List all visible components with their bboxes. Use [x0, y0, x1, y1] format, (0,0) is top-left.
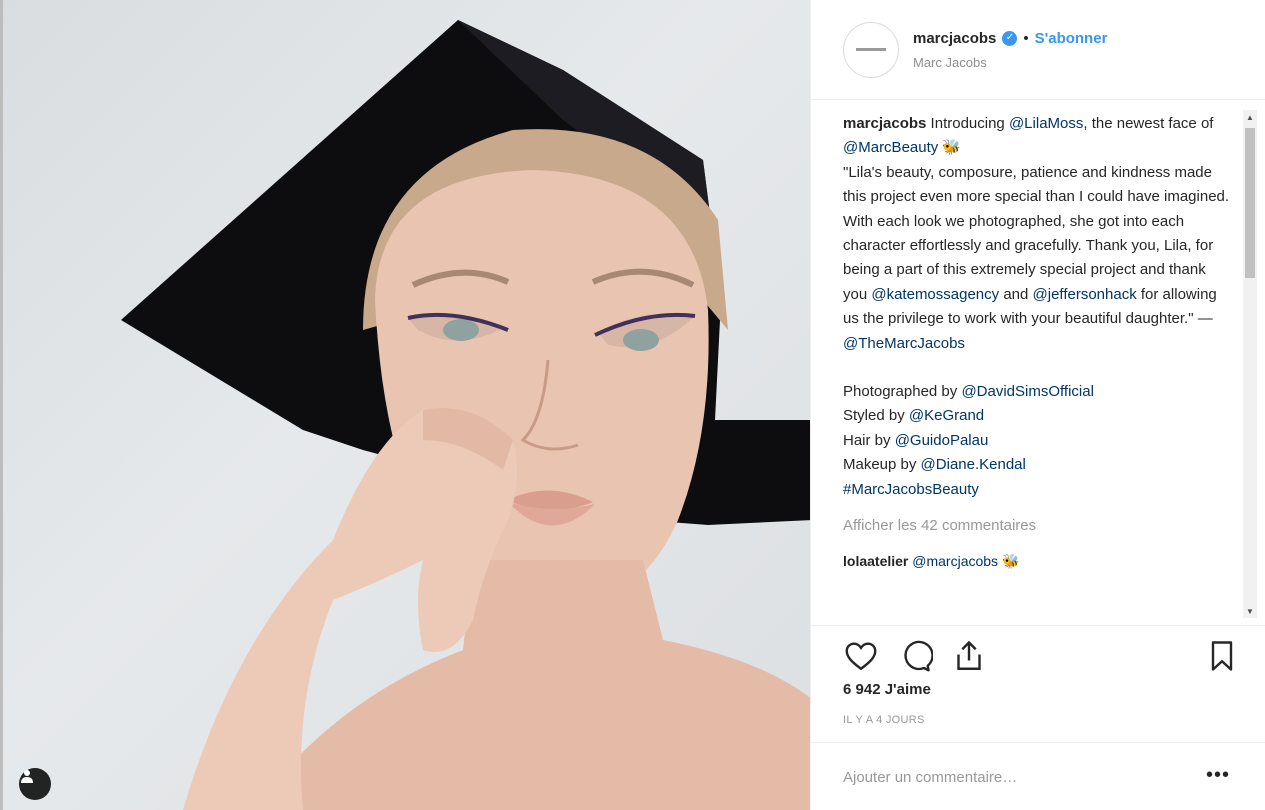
caption: marcjacobs Introducing @LilaMoss, the ne…	[843, 112, 1233, 356]
add-comment-section: •••	[811, 742, 1265, 810]
action-bar	[811, 625, 1265, 685]
scrollbar-thumb[interactable]	[1245, 128, 1255, 278]
follow-button[interactable]: S'abonner	[1035, 30, 1108, 47]
mention-link[interactable]: @TheMarcJacobs	[843, 335, 965, 352]
comment-input[interactable]	[843, 765, 1173, 789]
caption-quote: "Lila's beauty, composure, patience and …	[843, 163, 1230, 303]
account-full-name: Marc Jacobs	[913, 54, 987, 70]
credits-list: Photographed by @DavidSimsOfficial Style…	[843, 380, 1233, 502]
hashtag-link[interactable]: #MarcJacobsBeauty	[843, 478, 1233, 502]
comment-item: lolaatelier @marcjacobs 🐝	[843, 549, 1233, 573]
mention-link[interactable]: @jeffersonhack	[1033, 286, 1137, 303]
comment-glyph	[904, 640, 933, 671]
mention-link[interactable]: @GuidoPalau	[895, 432, 989, 449]
scroll-up-arrow-icon[interactable]: ▲	[1243, 110, 1257, 124]
scroll-down-arrow-icon[interactable]: ▼	[1243, 604, 1257, 618]
credit-line: Makeup by @Diane.Kendal	[843, 453, 1233, 477]
mention-link[interactable]: @marcjacobs	[912, 553, 998, 569]
header-row: marcjacobs ✓ • S'abonner	[913, 30, 1107, 47]
avatar[interactable]	[843, 21, 899, 78]
post-header: marcjacobs ✓ • S'abonner Marc Jacobs	[811, 0, 1265, 100]
mention-link[interactable]: @KeGrand	[909, 407, 984, 424]
share-glyph	[957, 640, 981, 670]
credit-line: Hair by @GuidoPalau	[843, 429, 1233, 453]
likes-count[interactable]: 6 942 J'aime	[843, 681, 931, 698]
caption-text: , the newest face of	[1083, 115, 1214, 132]
caption-username[interactable]: marcjacobs	[843, 115, 926, 132]
credit-line: Styled by @KeGrand	[843, 404, 1233, 428]
comments-scrollbar[interactable]: ▲ ▼	[1243, 110, 1257, 618]
credit-line: Photographed by @DavidSimsOfficial	[843, 380, 1233, 404]
credit-label: Styled by	[843, 407, 909, 425]
post-photo[interactable]	[0, 0, 810, 810]
mention-link[interactable]: @LilaMoss	[1009, 115, 1083, 132]
portrait-illustration	[121, 20, 810, 810]
mention-link[interactable]: @katemossagency	[871, 286, 999, 303]
brand-logo	[856, 48, 886, 51]
view-all-comments-link[interactable]: Afficher les 42 commentaires	[843, 514, 1233, 538]
bookmark-glyph	[1211, 640, 1233, 671]
credit-label: Photographed by	[843, 383, 962, 401]
share-icon[interactable]	[949, 636, 989, 676]
mention-link[interactable]: @Diane.Kendal	[921, 456, 1026, 473]
caption-text: and	[999, 285, 1033, 303]
verified-badge-icon: ✓	[1002, 30, 1018, 46]
bee-emoji: 🐝	[998, 552, 1020, 569]
post-timestamp: IL Y A 4 JOURS	[843, 714, 925, 726]
user-tag-icon[interactable]	[19, 768, 51, 800]
mention-link[interactable]: @DavidSimsOfficial	[961, 383, 1093, 400]
credit-label: Hair by	[843, 431, 895, 449]
comments-area[interactable]: marcjacobs Introducing @LilaMoss, the ne…	[843, 112, 1233, 622]
separator-dot: •	[1023, 29, 1029, 47]
bee-emoji: 🐝	[938, 139, 962, 157]
heart-glyph	[845, 641, 877, 670]
header-text: marcjacobs ✓ • S'abonner Marc Jacobs	[913, 30, 1107, 70]
heart-icon[interactable]	[841, 636, 881, 676]
username-link[interactable]: marcjacobs	[913, 30, 996, 47]
credit-label: Makeup by	[843, 456, 921, 474]
bookmark-icon[interactable]	[1202, 636, 1242, 676]
more-options-icon[interactable]: •••	[1206, 765, 1230, 785]
comment-username[interactable]: lolaatelier	[843, 553, 908, 569]
comment-icon[interactable]	[895, 636, 935, 676]
user-tag-glyph	[21, 770, 33, 783]
mention-link[interactable]: @MarcBeauty	[843, 139, 938, 156]
post-side-panel: marcjacobs ✓ • S'abonner Marc Jacobs mar…	[810, 0, 1265, 810]
caption-text: Introducing	[926, 115, 1009, 132]
